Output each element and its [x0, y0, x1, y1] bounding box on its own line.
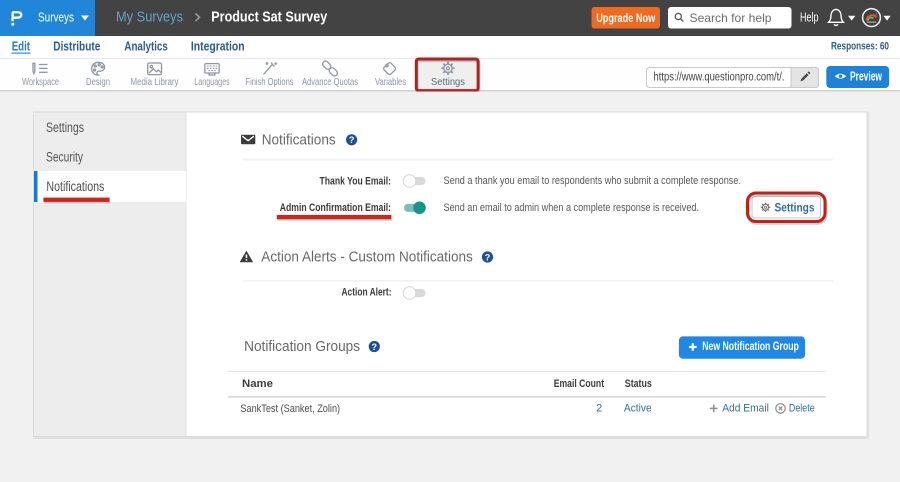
svg-text:Finish Options: Finish Options — [246, 77, 294, 88]
svg-text:Admin Confirmation Email:: Admin Confirmation Email: — [280, 202, 391, 214]
svg-text:Settings: Settings — [431, 77, 465, 88]
svg-text:Settings: Settings — [775, 201, 815, 215]
svg-text:Notifications: Notifications — [262, 131, 336, 148]
svg-text:Design: Design — [86, 77, 110, 88]
svg-text:Email Count: Email Count — [554, 378, 605, 390]
svg-text:Send an email to admin when a: Send an email to admin when a complete r… — [444, 202, 700, 214]
svg-text:Notification Groups: Notification Groups — [244, 338, 360, 355]
svg-text:Security: Security — [46, 150, 83, 165]
svg-text:Search for help: Search for help — [690, 11, 772, 25]
svg-text:Surveys: Surveys — [38, 10, 74, 24]
svg-text:2: 2 — [596, 402, 602, 414]
svg-text:Workspace: Workspace — [22, 77, 59, 88]
svg-text:Delete: Delete — [789, 402, 815, 414]
svg-text:?: ? — [349, 135, 355, 145]
svg-text:Add Email: Add Email — [722, 402, 769, 414]
svg-text:Edit: Edit — [12, 40, 31, 54]
svg-text:Distribute: Distribute — [53, 40, 100, 54]
svg-text:Preview: Preview — [850, 70, 882, 84]
svg-text:Languages: Languages — [194, 77, 230, 88]
svg-text:https://www.questionpro.com/t/: https://www.questionpro.com/t/. — [654, 72, 785, 84]
svg-text:Settings: Settings — [46, 120, 84, 135]
svg-text:Analytics: Analytics — [124, 40, 167, 54]
svg-text:Action Alert:: Action Alert: — [342, 287, 392, 299]
svg-text:My Surveys: My Surveys — [116, 9, 183, 26]
svg-text:Product Sat Survey: Product Sat Survey — [211, 9, 328, 26]
svg-text:Responses: 60: Responses: 60 — [831, 40, 889, 52]
svg-text:Status: Status — [625, 378, 652, 390]
svg-text:Upgrade Now: Upgrade Now — [596, 11, 656, 25]
svg-text:Notifications: Notifications — [46, 179, 104, 194]
svg-text:Integration: Integration — [191, 40, 245, 54]
svg-text:Action Alerts - Custom Notific: Action Alerts - Custom Notifications — [261, 248, 473, 265]
svg-text:SankTest (Sanket, Zolin): SankTest (Sanket, Zolin) — [240, 403, 340, 415]
svg-text:?: ? — [485, 252, 491, 262]
svg-text:New Notification Group: New Notification Group — [702, 341, 799, 353]
svg-text:Variables: Variables — [375, 77, 406, 88]
svg-text:Name: Name — [242, 378, 273, 390]
svg-text:Send a thank you email to resp: Send a thank you email to respondents wh… — [444, 175, 742, 187]
svg-text:Thank You Email:: Thank You Email: — [320, 175, 392, 187]
svg-text:Advance Quotas: Advance Quotas — [302, 77, 358, 88]
svg-text:Media Library: Media Library — [131, 77, 179, 88]
svg-text:?: ? — [372, 342, 378, 352]
svg-text:Help: Help — [800, 11, 819, 25]
svg-text:Active: Active — [624, 402, 652, 414]
